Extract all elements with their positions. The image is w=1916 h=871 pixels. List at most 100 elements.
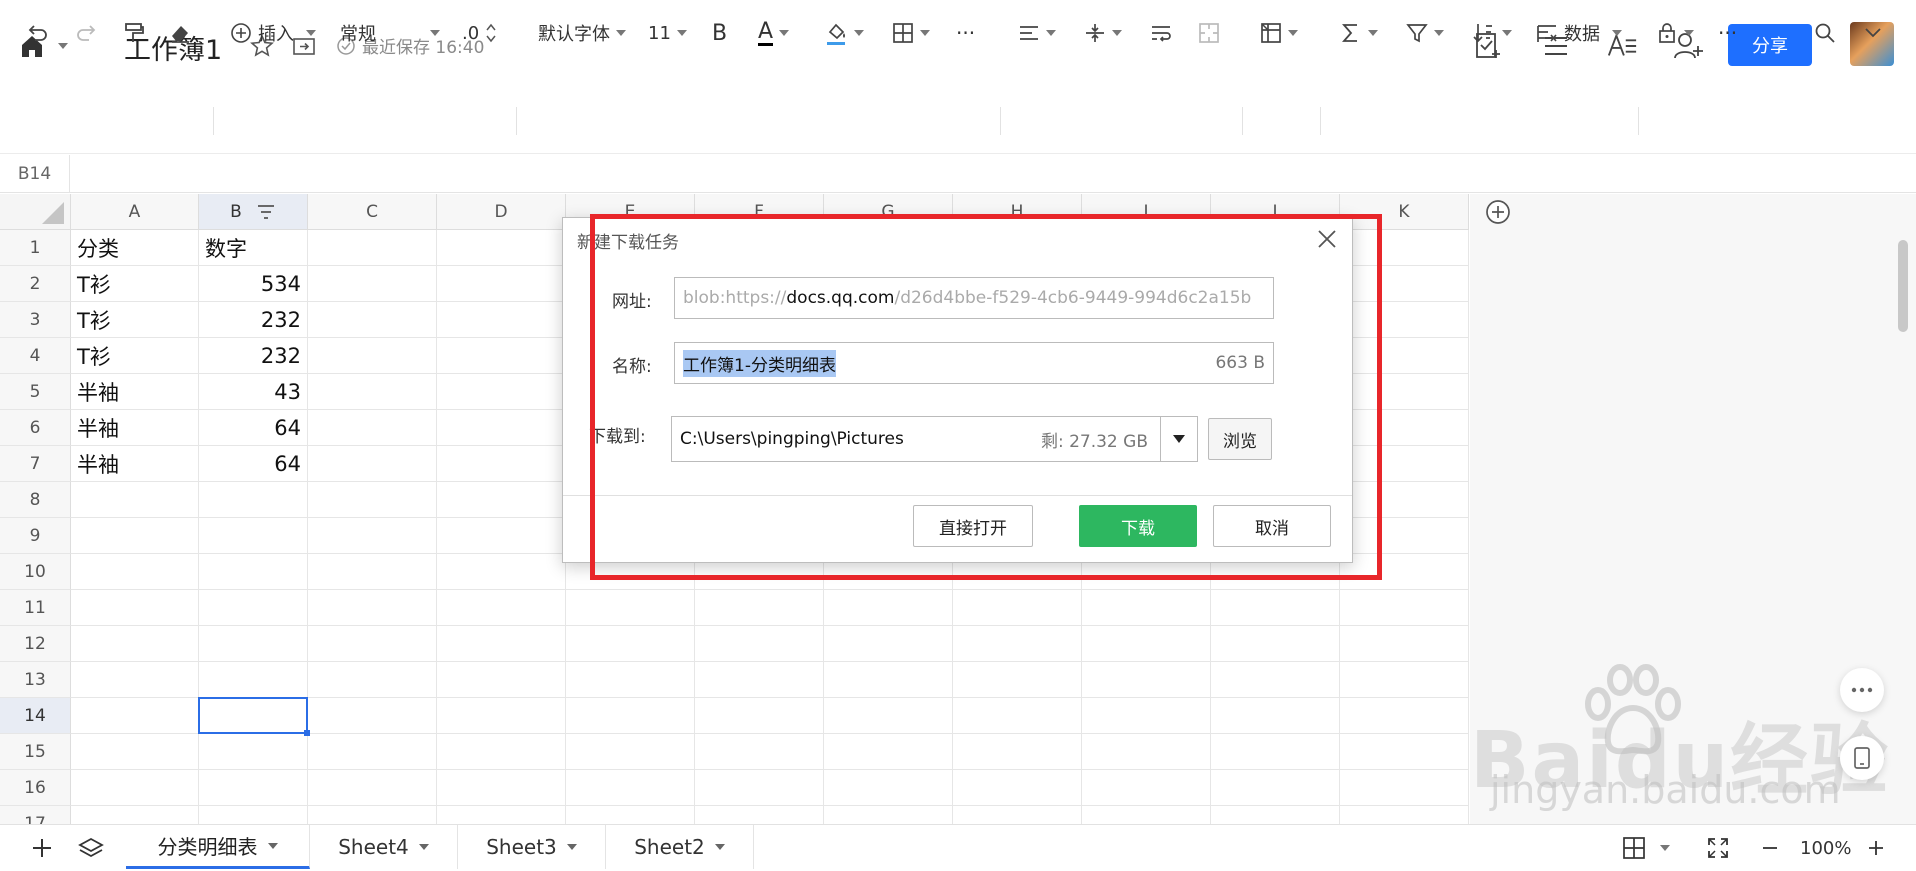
cell-e16[interactable]: [566, 770, 695, 806]
row-header-16[interactable]: 16: [0, 770, 71, 806]
cell-b9[interactable]: [199, 518, 308, 554]
cancel-button[interactable]: 取消: [1213, 505, 1331, 547]
font-color-button[interactable]: A: [758, 20, 790, 46]
cell-b10[interactable]: [199, 554, 308, 590]
mobile-view-button[interactable]: [1840, 736, 1884, 780]
cell-d14[interactable]: [437, 698, 566, 734]
cell-b5[interactable]: 43: [199, 374, 308, 410]
cell-a6[interactable]: 半袖: [71, 410, 199, 446]
cell-k6[interactable]: [1340, 410, 1469, 446]
font-size-select[interactable]: 11: [648, 20, 687, 46]
cell-d17[interactable]: [437, 806, 566, 824]
wrap-text-button[interactable]: [1150, 20, 1172, 46]
vertical-scrollbar[interactable]: [1898, 240, 1908, 332]
cell-reference[interactable]: B14: [0, 155, 70, 193]
cell-c12[interactable]: [308, 626, 437, 662]
cell-b11[interactable]: [199, 590, 308, 626]
cell-b4[interactable]: 232: [199, 338, 308, 374]
sheet-tab-0[interactable]: 分类明细表: [126, 825, 310, 869]
cell-d11[interactable]: [437, 590, 566, 626]
cell-e11[interactable]: [566, 590, 695, 626]
sum-button[interactable]: [1340, 20, 1378, 46]
row-header-9[interactable]: 9: [0, 518, 71, 554]
cell-j16[interactable]: [1211, 770, 1340, 806]
cell-i12[interactable]: [1082, 626, 1211, 662]
cell-e13[interactable]: [566, 662, 695, 698]
sheet-tab-2[interactable]: Sheet3: [458, 825, 606, 869]
cell-k11[interactable]: [1340, 590, 1469, 626]
format-painter-button[interactable]: [122, 20, 146, 46]
cell-d9[interactable]: [437, 518, 566, 554]
sheet-tab-1[interactable]: Sheet4: [310, 825, 458, 869]
cell-f13[interactable]: [695, 662, 824, 698]
column-header-a[interactable]: A: [71, 194, 199, 230]
cell-b1[interactable]: 数字: [199, 230, 308, 266]
cell-h13[interactable]: [953, 662, 1082, 698]
cell-f11[interactable]: [695, 590, 824, 626]
cell-f17[interactable]: [695, 806, 824, 824]
cell-b3[interactable]: 232: [199, 302, 308, 338]
cell-b6[interactable]: 64: [199, 410, 308, 446]
cell-b12[interactable]: [199, 626, 308, 662]
cell-c2[interactable]: [308, 266, 437, 302]
open-directly-button[interactable]: 直接打开: [913, 505, 1033, 547]
cell-h14[interactable]: [953, 698, 1082, 734]
cell-d12[interactable]: [437, 626, 566, 662]
horizontal-align-button[interactable]: [1018, 20, 1056, 46]
download-button[interactable]: 下载: [1079, 505, 1197, 547]
cell-j11[interactable]: [1211, 590, 1340, 626]
cell-e14[interactable]: [566, 698, 695, 734]
column-filter-icon[interactable]: [256, 203, 276, 221]
cell-k3[interactable]: [1340, 302, 1469, 338]
column-header-b[interactable]: B: [199, 194, 308, 230]
cell-g16[interactable]: [824, 770, 953, 806]
cell-c11[interactable]: [308, 590, 437, 626]
bold-button[interactable]: B: [712, 20, 727, 46]
cell-k16[interactable]: [1340, 770, 1469, 806]
cell-i11[interactable]: [1082, 590, 1211, 626]
cell-d2[interactable]: [437, 266, 566, 302]
more-tools-button[interactable]: ···: [1718, 20, 1737, 46]
row-header-4[interactable]: 4: [0, 338, 71, 374]
cell-g15[interactable]: [824, 734, 953, 770]
cell-g12[interactable]: [824, 626, 953, 662]
decimal-stepper[interactable]: .0: [462, 20, 497, 46]
select-all-corner[interactable]: [0, 194, 71, 230]
cell-i15[interactable]: [1082, 734, 1211, 770]
cell-a14[interactable]: [71, 698, 199, 734]
cell-i16[interactable]: [1082, 770, 1211, 806]
cell-k2[interactable]: [1340, 266, 1469, 302]
cell-g13[interactable]: [824, 662, 953, 698]
cell-b17[interactable]: [199, 806, 308, 824]
vertical-align-button[interactable]: [1084, 20, 1122, 46]
cell-f14[interactable]: [695, 698, 824, 734]
cell-j15[interactable]: [1211, 734, 1340, 770]
dialog-header[interactable]: 新建下载任务: [563, 218, 1352, 260]
borders-button[interactable]: [892, 20, 930, 46]
zoom-out-button[interactable]: [1760, 835, 1780, 861]
cell-e12[interactable]: [566, 626, 695, 662]
undo-button[interactable]: [26, 20, 50, 46]
row-header-3[interactable]: 3: [0, 302, 71, 338]
cell-k17[interactable]: [1340, 806, 1469, 824]
cell-c9[interactable]: [308, 518, 437, 554]
cell-d10[interactable]: [437, 554, 566, 590]
cell-g11[interactable]: [824, 590, 953, 626]
row-header-2[interactable]: 2: [0, 266, 71, 302]
zoom-level[interactable]: 100%: [1800, 835, 1851, 861]
cell-k8[interactable]: [1340, 482, 1469, 518]
view-mode-button[interactable]: [1622, 835, 1670, 861]
browse-button[interactable]: 浏览: [1208, 418, 1272, 460]
collapse-toolbar-button[interactable]: [1862, 20, 1884, 46]
cell-h11[interactable]: [953, 590, 1082, 626]
cell-j14[interactable]: [1211, 698, 1340, 734]
cell-d3[interactable]: [437, 302, 566, 338]
cell-a3[interactable]: T衫: [71, 302, 199, 338]
cell-i14[interactable]: [1082, 698, 1211, 734]
cell-h15[interactable]: [953, 734, 1082, 770]
row-header-13[interactable]: 13: [0, 662, 71, 698]
cell-c4[interactable]: [308, 338, 437, 374]
cell-c10[interactable]: [308, 554, 437, 590]
cell-f15[interactable]: [695, 734, 824, 770]
cell-e15[interactable]: [566, 734, 695, 770]
